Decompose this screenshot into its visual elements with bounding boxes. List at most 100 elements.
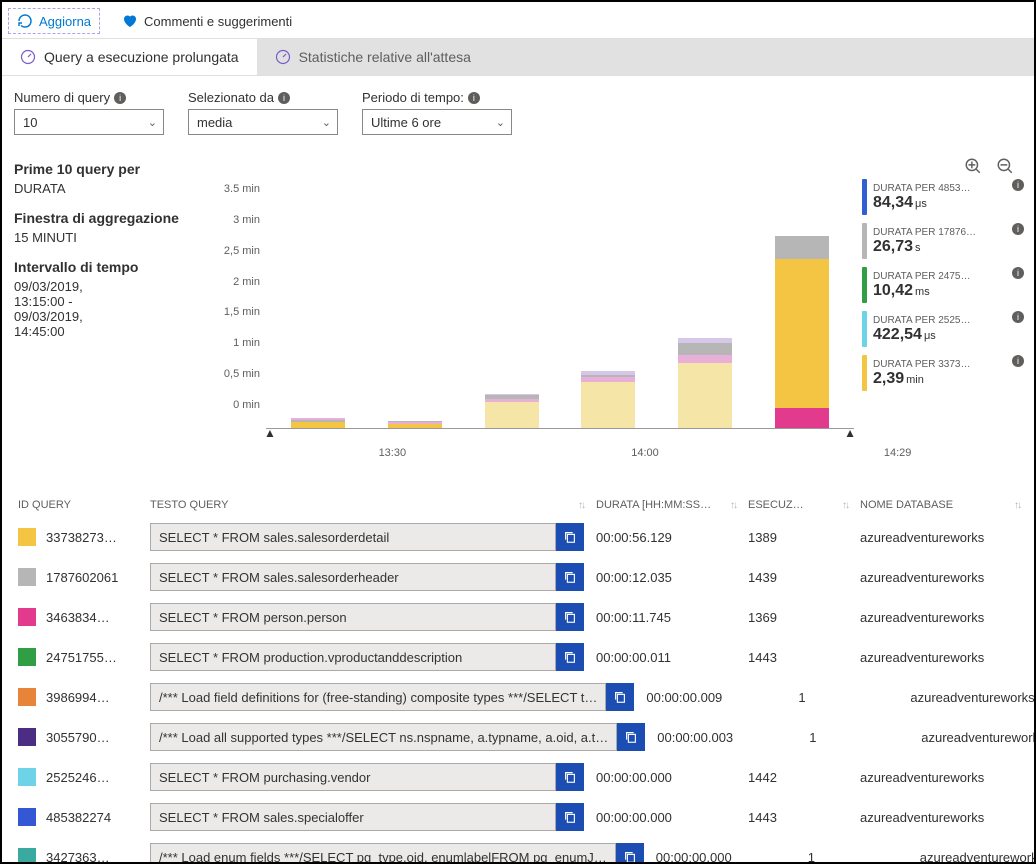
chart-plot[interactable]: ▲ ▲: [266, 179, 854, 429]
copy-icon: [613, 690, 627, 704]
copy-button[interactable]: [556, 803, 584, 831]
bar[interactable]: [291, 418, 345, 428]
cell-database: azureadventureworks: [921, 730, 1036, 745]
query-text-input[interactable]: SELECT * FROM purchasing.vendor: [150, 763, 556, 791]
bar[interactable]: [775, 236, 829, 428]
col-id[interactable]: ID QUERY: [18, 499, 138, 511]
table-row[interactable]: 1787602061 SELECT * FROM sales.salesorde…: [14, 557, 1024, 597]
table-row[interactable]: 24751755… SELECT * FROM production.vprod…: [14, 637, 1024, 677]
tab-bar: Query a esecuzione prolungata Statistich…: [2, 38, 1034, 76]
copy-button[interactable]: [556, 763, 584, 791]
info-icon[interactable]: i: [114, 92, 126, 104]
cell-duration: 00:00:11.745: [596, 610, 736, 625]
copy-button[interactable]: [556, 563, 584, 591]
table-row[interactable]: 485382274 SELECT * FROM sales.specialoff…: [14, 797, 1024, 837]
chart-body: 3.5 min3 min2,5 min2 min1,5 min1 min0,5 …: [214, 179, 1024, 429]
cell-executions: 1: [809, 730, 909, 745]
feedback-button[interactable]: Commenti e suggerimenti: [114, 9, 300, 33]
bar[interactable]: [678, 338, 732, 428]
query-text-input[interactable]: SELECT * FROM sales.specialoffer: [150, 803, 556, 831]
query-text-input[interactable]: SELECT * FROM person.person: [150, 603, 556, 631]
select-time-period[interactable]: Ultime 6 ore⌄: [362, 109, 512, 135]
copy-icon: [563, 610, 577, 624]
info-icon[interactable]: i: [1012, 355, 1024, 367]
cell-executions: 1442: [748, 770, 848, 785]
legend-item[interactable]: DURATA PER 3373… 2,39min i: [862, 355, 1024, 391]
table-row[interactable]: 3427363… /*** Load enum fields ***/SELEC…: [14, 837, 1024, 864]
agg-window-title: Finestra di aggregazione: [14, 210, 204, 226]
range-marker-left[interactable]: ▲: [264, 426, 276, 440]
query-text-input[interactable]: /*** Load field definitions for (free-st…: [150, 683, 606, 711]
range-marker-right[interactable]: ▲: [844, 426, 856, 440]
gauge-icon: [275, 49, 291, 65]
color-swatch: [18, 608, 36, 626]
copy-icon: [563, 770, 577, 784]
sort-icon: ↑↓: [578, 500, 584, 511]
color-swatch: [18, 848, 36, 864]
copy-icon: [623, 850, 637, 864]
cell-database: azureadventureworks: [860, 610, 1020, 625]
info-icon[interactable]: i: [1012, 311, 1024, 323]
chart-legend: DURATA PER 4853… 84,34μs i DURATA PER 17…: [854, 179, 1024, 429]
tab-wait-statistics[interactable]: Statistiche relative all'attesa: [257, 39, 1034, 75]
cell-duration: 00:00:12.035: [596, 570, 736, 585]
chevron-down-icon: ⌄: [496, 116, 505, 129]
tab-long-running-queries[interactable]: Query a esecuzione prolungata: [2, 39, 257, 75]
bar[interactable]: [388, 421, 442, 428]
copy-button[interactable]: [616, 843, 644, 864]
bar[interactable]: [485, 394, 539, 429]
table-row[interactable]: 3055790… /*** Load all supported types *…: [14, 717, 1024, 757]
col-duration[interactable]: DURATA [HH:MM:SS…↑↓: [596, 499, 736, 511]
refresh-button[interactable]: Aggiorna: [8, 8, 100, 34]
query-text-input[interactable]: SELECT * FROM production.vproductanddesc…: [150, 643, 556, 671]
query-text-input[interactable]: /*** Load enum fields ***/SELECT pg_type…: [150, 843, 616, 864]
col-database[interactable]: NOME DATABASE↑↓: [860, 499, 1020, 511]
cell-database: azureadventureworks: [860, 810, 1020, 825]
legend-item[interactable]: DURATA PER 2525… 422,54μs i: [862, 311, 1024, 347]
table-row[interactable]: 2525246… SELECT * FROM purchasing.vendor…: [14, 757, 1024, 797]
info-icon[interactable]: i: [1012, 223, 1024, 235]
cell-executions: 1443: [748, 650, 848, 665]
zoom-in-icon[interactable]: [964, 157, 982, 175]
zoom-out-icon[interactable]: [996, 157, 1014, 175]
cell-executions: 1369: [748, 610, 848, 625]
color-swatch: [18, 648, 36, 666]
color-swatch: [18, 808, 36, 826]
table-row[interactable]: 3986994… /*** Load field definitions for…: [14, 677, 1024, 717]
legend-item[interactable]: DURATA PER 17876… 26,73s i: [862, 223, 1024, 259]
col-executions[interactable]: ESECUZ…↑↓: [748, 499, 848, 511]
query-text-input[interactable]: SELECT * FROM sales.salesorderdetail: [150, 523, 556, 551]
bar[interactable]: [581, 371, 635, 428]
copy-button[interactable]: [617, 723, 645, 751]
legend-item[interactable]: DURATA PER 4853… 84,34μs i: [862, 179, 1024, 215]
info-icon[interactable]: i: [468, 92, 480, 104]
color-swatch: [18, 528, 36, 546]
x-axis: 13:3014:0014:29: [214, 429, 1024, 459]
sort-icon: ↑↓: [842, 500, 848, 511]
table-row[interactable]: 33738273… SELECT * FROM sales.salesorder…: [14, 517, 1024, 557]
color-swatch: [18, 568, 36, 586]
info-icon[interactable]: i: [278, 92, 290, 104]
copy-button[interactable]: [556, 643, 584, 671]
copy-icon: [563, 650, 577, 664]
cell-executions: 1443: [748, 810, 848, 825]
field-selected-by: Selezionato da i media⌄: [188, 90, 338, 135]
col-text[interactable]: TESTO QUERY↑↓: [150, 499, 584, 511]
legend-item[interactable]: DURATA PER 2475… 10,42ms i: [862, 267, 1024, 303]
info-icon[interactable]: i: [1012, 179, 1024, 191]
select-selected-by[interactable]: media⌄: [188, 109, 338, 135]
filters-row: Numero di query i 10⌄ Selezionato da i m…: [2, 76, 1034, 141]
field-num-queries: Numero di query i 10⌄: [14, 90, 164, 135]
cell-executions: 1: [798, 690, 898, 705]
copy-button[interactable]: [556, 523, 584, 551]
toolbar: Aggiorna Commenti e suggerimenti: [2, 2, 1034, 38]
chart-toolbar: [214, 157, 1024, 179]
select-num-queries[interactable]: 10⌄: [14, 109, 164, 135]
query-text-input[interactable]: /*** Load all supported types ***/SELECT…: [150, 723, 617, 751]
table-row[interactable]: 3463834… SELECT * FROM person.person 00:…: [14, 597, 1024, 637]
query-text-input[interactable]: SELECT * FROM sales.salesorderheader: [150, 563, 556, 591]
copy-button[interactable]: [606, 683, 634, 711]
info-icon[interactable]: i: [1012, 267, 1024, 279]
refresh-icon: [17, 13, 33, 29]
copy-button[interactable]: [556, 603, 584, 631]
